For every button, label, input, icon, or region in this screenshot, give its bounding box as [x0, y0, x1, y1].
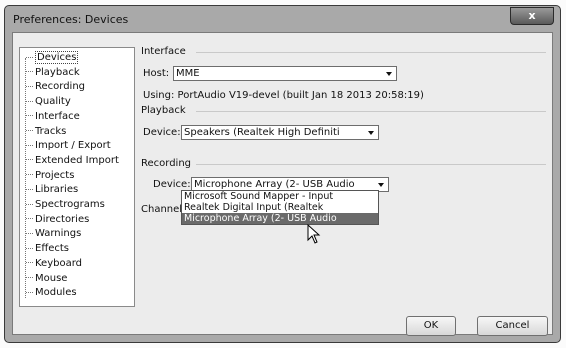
tree-branch-line [26, 85, 33, 87]
sidebar-item-libraries[interactable]: Libraries [26, 183, 78, 197]
tree-branch-line [26, 188, 33, 190]
tree-branch-line [26, 247, 33, 249]
playback-device-label: Device: [143, 127, 181, 138]
tree-branch-line [26, 100, 33, 102]
dropdown-option[interactable]: Realtek Digital Input (Realtek [182, 202, 378, 213]
sidebar-item-label: Tracks [35, 125, 67, 137]
sidebar-item-label: Quality [35, 96, 71, 108]
close-icon: x [528, 9, 536, 22]
sidebar-item-label: Warnings [35, 228, 82, 240]
sidebar-item-spectrograms[interactable]: Spectrograms [26, 198, 105, 212]
window-title: Preferences: Devices [13, 13, 129, 26]
preferences-tree[interactable]: Devices Playback Recording Quality Interface… [19, 47, 135, 307]
sidebar-item-label: Extended Import [35, 154, 119, 166]
sidebar-item-label: Import / Export [35, 140, 111, 152]
sidebar-item-keyboard[interactable]: Keyboard [26, 257, 82, 271]
portaudio-info: Using: PortAudio V19-devel (built Jan 18… [143, 90, 424, 101]
dropdown-option[interactable]: Microphone Array (2- USB Audio [182, 213, 378, 224]
sidebar-item-directories[interactable]: Directories [26, 213, 89, 227]
sidebar-item-label: Libraries [35, 184, 79, 196]
chevron-down-icon [378, 183, 384, 187]
sidebar-item-modules[interactable]: Modules [26, 286, 77, 300]
playback-device-select[interactable]: Speakers (Realtek High Definiti [181, 125, 379, 140]
sidebar-item-label: Mouse [35, 272, 68, 284]
sidebar-item-interface[interactable]: Interface [26, 110, 80, 124]
dialog-client-area: Devices Playback Recording Quality Interface… [12, 32, 553, 336]
sidebar-item-import-export[interactable]: Import / Export [26, 139, 111, 153]
sidebar-item-recording[interactable]: Recording [26, 80, 85, 94]
preferences-window: Preferences: Devices x Devices Playback Re… [4, 5, 561, 343]
tree-branch-line [26, 144, 33, 146]
sidebar-item-quality[interactable]: Quality [26, 95, 71, 109]
tree-branch-line [26, 203, 33, 205]
host-select-value: MME [176, 68, 200, 79]
dropdown-option[interactable]: Microsoft Sound Mapper - Input [182, 191, 378, 202]
sidebar-item-label: Playback [35, 66, 80, 78]
tree-branch-line [26, 174, 33, 176]
playback-section-label: Playback [141, 105, 186, 116]
ok-button[interactable]: OK [406, 316, 456, 336]
tree-branch-line [26, 56, 33, 58]
recording-device-dropdown[interactable]: Microsoft Sound Mapper - Input Realtek Di… [181, 190, 379, 225]
sidebar-item-label: Projects [35, 169, 75, 181]
playback-device-value: Speakers (Realtek High Definiti [184, 127, 340, 138]
tree-branch-line [26, 218, 33, 220]
sidebar-item-effects[interactable]: Effects [26, 242, 69, 256]
tree-branch-line [26, 262, 33, 264]
sidebar-item-label: Spectrograms [35, 199, 105, 210]
tree-branch-line [26, 159, 33, 161]
recording-device-value: Microphone Array (2- USB Audio [194, 179, 355, 190]
cancel-button[interactable]: Cancel [477, 316, 548, 336]
interface-section-rule [196, 52, 546, 53]
tree-branch-line [26, 232, 33, 234]
tree-branch-line [26, 115, 33, 117]
sidebar-item-label: Directories [35, 213, 90, 225]
title-bar[interactable]: Preferences: Devices x [5, 6, 560, 32]
recording-section-label: Recording [141, 158, 192, 169]
close-button[interactable]: x [510, 7, 554, 25]
sidebar-item-warnings[interactable]: Warnings [26, 227, 81, 241]
tree-branch-line [26, 291, 33, 293]
sidebar-item-projects[interactable]: Projects [26, 169, 74, 183]
sidebar-item-label: Recording [35, 81, 86, 93]
sidebar-item-label: Interface [35, 110, 80, 122]
recording-device-label: Device: [153, 179, 191, 190]
sidebar-item-label: Modules [35, 287, 77, 299]
host-select[interactable]: MME [173, 66, 397, 81]
sidebar-item-label: Devices [35, 51, 79, 64]
sidebar-item-playback[interactable]: Playback [26, 66, 80, 80]
sidebar-item-label: Effects [35, 243, 69, 255]
playback-section-rule [196, 111, 546, 112]
tree-branch-line [26, 71, 33, 73]
sidebar-item-devices[interactable]: Devices [26, 51, 79, 65]
host-label: Host: [143, 68, 170, 79]
interface-section-label: Interface [141, 46, 186, 57]
mouse-cursor-icon [307, 224, 321, 244]
tree-branch-line [26, 277, 33, 278]
sidebar-item-label: Keyboard [35, 257, 83, 269]
tree-branch-line [26, 130, 33, 131]
recording-section-rule [196, 164, 546, 165]
sidebar-item-tracks[interactable]: Tracks [26, 125, 66, 139]
chevron-down-icon [386, 72, 392, 76]
chevron-down-icon [368, 131, 374, 135]
sidebar-item-extended-import[interactable]: Extended Import [26, 154, 119, 168]
sidebar-item-mouse[interactable]: Mouse [26, 272, 67, 286]
